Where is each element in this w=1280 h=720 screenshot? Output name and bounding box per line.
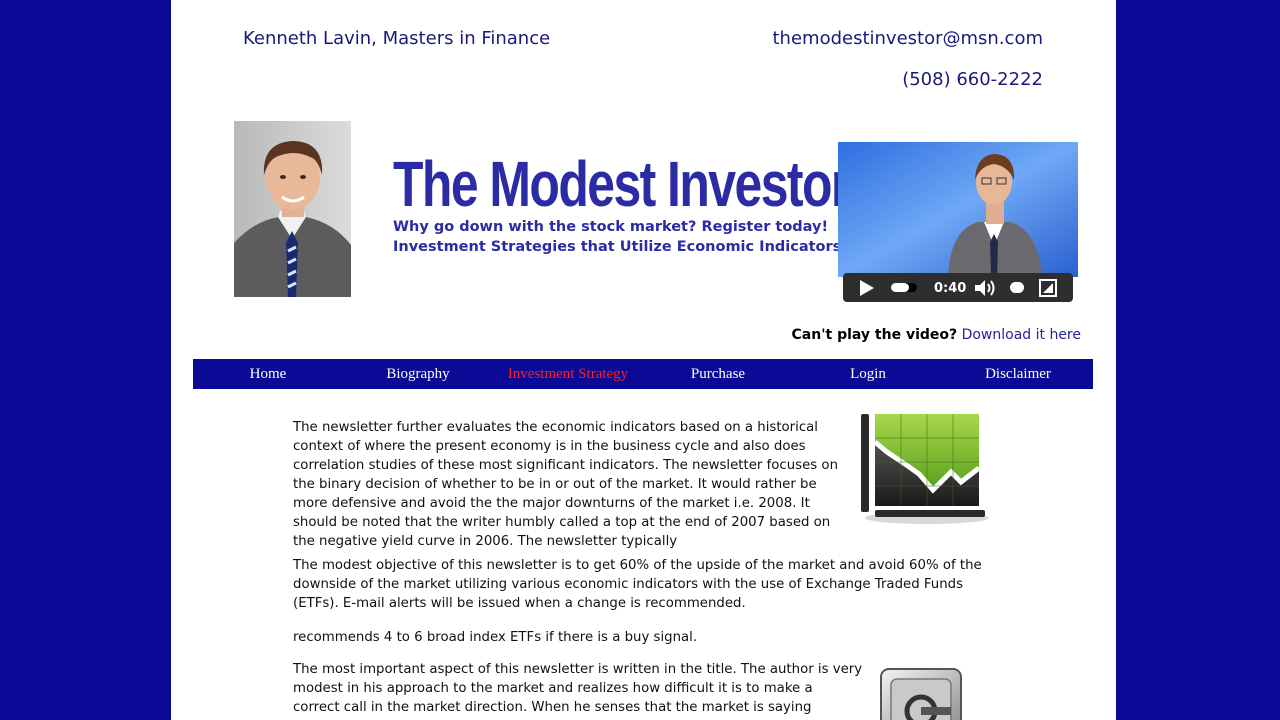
- content-paragraph-1: The newsletter further evaluates the eco…: [293, 420, 838, 549]
- author-portrait: [234, 121, 351, 297]
- download-video-link[interactable]: Download it here: [962, 327, 1081, 343]
- stock-chart-icon: [861, 414, 989, 524]
- volume-icon[interactable]: [974, 279, 998, 297]
- tagline-line-2: Investment Strategies that Utilize Econo…: [393, 239, 847, 255]
- play-icon[interactable]: [858, 279, 876, 297]
- nav-home[interactable]: Home: [193, 359, 343, 389]
- volume-slider[interactable]: [1010, 282, 1024, 293]
- progress-bar[interactable]: [891, 283, 917, 292]
- nav-disclaimer[interactable]: Disclaimer: [943, 359, 1093, 389]
- content-paragraph-3: recommends 4 to 6 broad index ETFs if th…: [293, 630, 698, 645]
- safe-lock-icon: [880, 668, 962, 720]
- nav-purchase[interactable]: Purchase: [643, 359, 793, 389]
- nav-login[interactable]: Login: [793, 359, 943, 389]
- page-container: Kenneth Lavin, Masters in Finance themod…: [171, 0, 1116, 720]
- content-paragraph-2: The modest objective of this newsletter …: [293, 558, 982, 611]
- fullscreen-icon[interactable]: [1039, 279, 1057, 297]
- video-fallback: Can't play the video? Download it here: [792, 327, 1081, 343]
- contact-phone: (508) 660-2222: [902, 69, 1043, 90]
- contact-email[interactable]: themodestinvestor@msn.com: [773, 28, 1044, 49]
- site-title: The Modest Investor: [393, 148, 850, 220]
- main-nav: Home Biography Investment Strategy Purch…: [193, 359, 1093, 389]
- nav-biography[interactable]: Biography: [343, 359, 493, 389]
- author-name: Kenneth Lavin, Masters in Finance: [243, 28, 551, 49]
- progress-fill: [891, 283, 909, 292]
- tagline-line-1: Why go down with the stock market? Regis…: [393, 219, 829, 235]
- nav-investment-strategy[interactable]: Investment Strategy: [493, 359, 643, 389]
- content-paragraph-4: The most important aspect of this newsle…: [293, 662, 863, 720]
- video-time: 0:40: [934, 281, 967, 296]
- cant-play-label: Can't play the video?: [791, 327, 958, 343]
